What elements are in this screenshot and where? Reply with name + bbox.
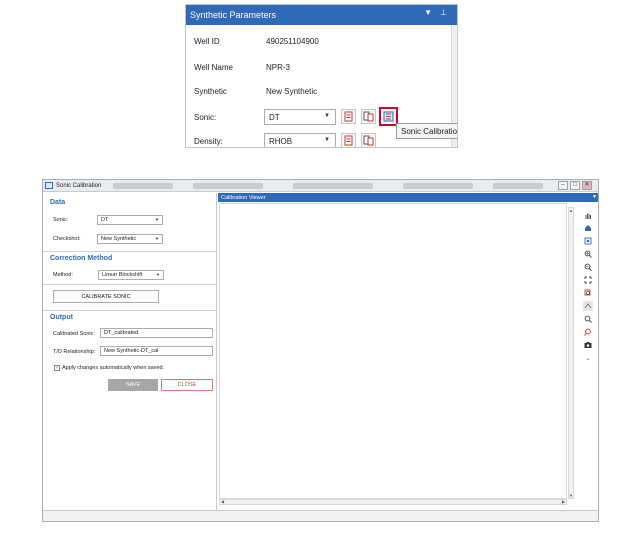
density-label: Density: [194,137,223,146]
td-relationship-label: T/D Relationship: [53,349,96,355]
home-icon[interactable] [583,223,593,233]
calibration-settings-pane: Data Sonic: DT ▼ Checkshot: New Syntheti… [43,193,217,510]
well-id-label: Well ID [194,37,220,46]
hand-icon[interactable] [583,211,593,221]
scroll-up-icon[interactable]: ▲ [569,208,573,213]
synthetic-parameters-panel: Synthetic Parameters ▼ ⊥ Well ID 4902511… [185,4,458,148]
calibration-viewer: Calibration Viewer ▼ ▲ ▼ ◀ ▶ ⌄ [218,193,598,510]
viewer-dropdown-icon[interactable]: ▼ [592,194,597,200]
sonic-label: Sonic: [194,113,217,122]
td-relationship-value: New Synthetic-DT_cal [104,348,159,354]
checkshot-label: Checkshot: [53,236,81,242]
synthetic-value: New Synthetic [266,87,318,96]
correction-method-header: Correction Method [50,255,113,262]
data-section-header: Data [50,199,66,206]
document-icon [344,135,353,146]
blurred-taskbar-item [213,521,333,522]
window-titlebar: Sonic Calibration – □ ✕ [43,180,598,192]
panel-pin-icon[interactable]: ⊥ [440,8,447,17]
sonic-calibration-tooltip: Sonic Calibration [396,123,457,139]
well-name-label: Well Name [194,63,233,72]
scroll-down-icon[interactable]: ▼ [569,493,573,498]
output-section-header: Output [50,314,73,321]
checkshot-select-value: New Synthetic [101,236,137,242]
apply-changes-checkbox[interactable]: ✓ [54,365,60,371]
sonic-calibration-icon [45,182,53,189]
scroll-right-icon[interactable]: ▶ [561,500,566,504]
density-select[interactable]: RHOB ▼ [264,133,336,147]
pan-icon[interactable] [583,301,593,311]
calibrated-sonic-value: DT_calibrated [104,330,139,336]
chevron-down-icon: ▼ [324,137,330,143]
divider [43,310,216,311]
divider [43,251,216,252]
well-name-value: NPR-3 [266,63,291,72]
blurred-taskbar-item [293,183,373,189]
calibrated-sonic-input[interactable]: DT_calibrated [100,328,213,338]
checkshot-select[interactable]: New Synthetic ▼ [97,234,163,244]
synthetic-parameters-titlebar: Synthetic Parameters ▼ ⊥ [186,5,457,25]
minimize-button[interactable]: – [558,181,568,190]
calibrate-sonic-button[interactable]: CALIBRATE SONIC [53,290,159,303]
blurred-taskbar-item [523,521,593,522]
chevron-down-icon: ▼ [324,113,330,119]
calibration-viewer-header: Calibration Viewer ▼ [218,193,598,202]
find-icon[interactable] [583,327,593,337]
save-button[interactable]: SAVE [108,379,158,391]
blurred-taskbar-item [493,183,543,189]
apply-changes-label: Apply changes automatically when saved. [62,365,165,371]
method-select-value: Linear Blockshift [102,272,143,278]
method-select[interactable]: Linear Blockshift ▼ [98,270,164,280]
vertical-scrollbar[interactable]: ▲ ▼ [568,207,574,499]
well-id-value: 490251104900 [266,37,319,46]
window-title: Sonic Calibration [56,182,102,189]
chevron-down-icon: ▼ [155,217,159,222]
divider [43,284,216,285]
compare-logs-icon [363,135,374,146]
sonic-select[interactable]: DT ▼ [264,109,336,125]
horizontal-scrollbar[interactable]: ◀ ▶ [219,499,567,505]
zoom-in-icon[interactable] [583,249,593,259]
document-icon [344,111,353,122]
sonic-label: Sonic: [53,217,69,223]
sonic-calibration-icon [383,111,394,122]
plot-area[interactable] [219,203,567,499]
density-select-value: RHOB [269,137,293,146]
fit-icon[interactable] [583,275,593,285]
sonic-compare-button[interactable] [361,109,376,124]
td-relationship-input[interactable]: New Synthetic-DT_cal [100,346,213,356]
blurred-taskbar-item [103,521,193,522]
zoom-out-icon[interactable] [583,262,593,272]
blurred-taskbar-item [403,183,473,189]
density-edit-button[interactable] [341,133,356,147]
more-icon[interactable]: ⌄ [583,353,593,363]
sonic-calibration-window: Sonic Calibration – □ ✕ Data Sonic: DT ▼… [42,179,599,522]
sonic-select-value: DT [101,217,109,223]
sonic-select-value: DT [269,113,280,122]
zoom-extent-icon[interactable] [583,236,593,246]
chevron-down-icon: ▼ [155,236,159,241]
zoom-region-icon[interactable] [583,288,593,298]
panel-dropdown-icon[interactable]: ▼ [424,8,432,17]
calibrated-sonic-label: Calibrated Sonic: [53,331,95,337]
sonic-select[interactable]: DT ▼ [97,215,163,225]
panel-title: Synthetic Parameters [190,10,277,20]
blurred-taskbar-item [193,183,263,189]
close-button[interactable]: CLOSE [161,379,213,391]
compare-logs-icon [363,111,374,122]
window-status-bar [43,510,598,522]
sonic-edit-button[interactable] [341,109,356,124]
scroll-left-icon[interactable]: ◀ [220,500,225,504]
search-icon[interactable] [583,314,593,324]
method-label: Method: [53,272,73,278]
synthetic-label: Synthetic [194,87,227,96]
close-window-button[interactable]: ✕ [582,181,592,190]
chevron-down-icon: ▼ [156,272,160,277]
density-compare-button[interactable] [361,133,376,147]
maximize-button[interactable]: □ [570,181,580,190]
camera-icon[interactable] [583,340,593,350]
blurred-taskbar-item [113,183,173,189]
viewer-title: Calibration Viewer [221,194,266,201]
